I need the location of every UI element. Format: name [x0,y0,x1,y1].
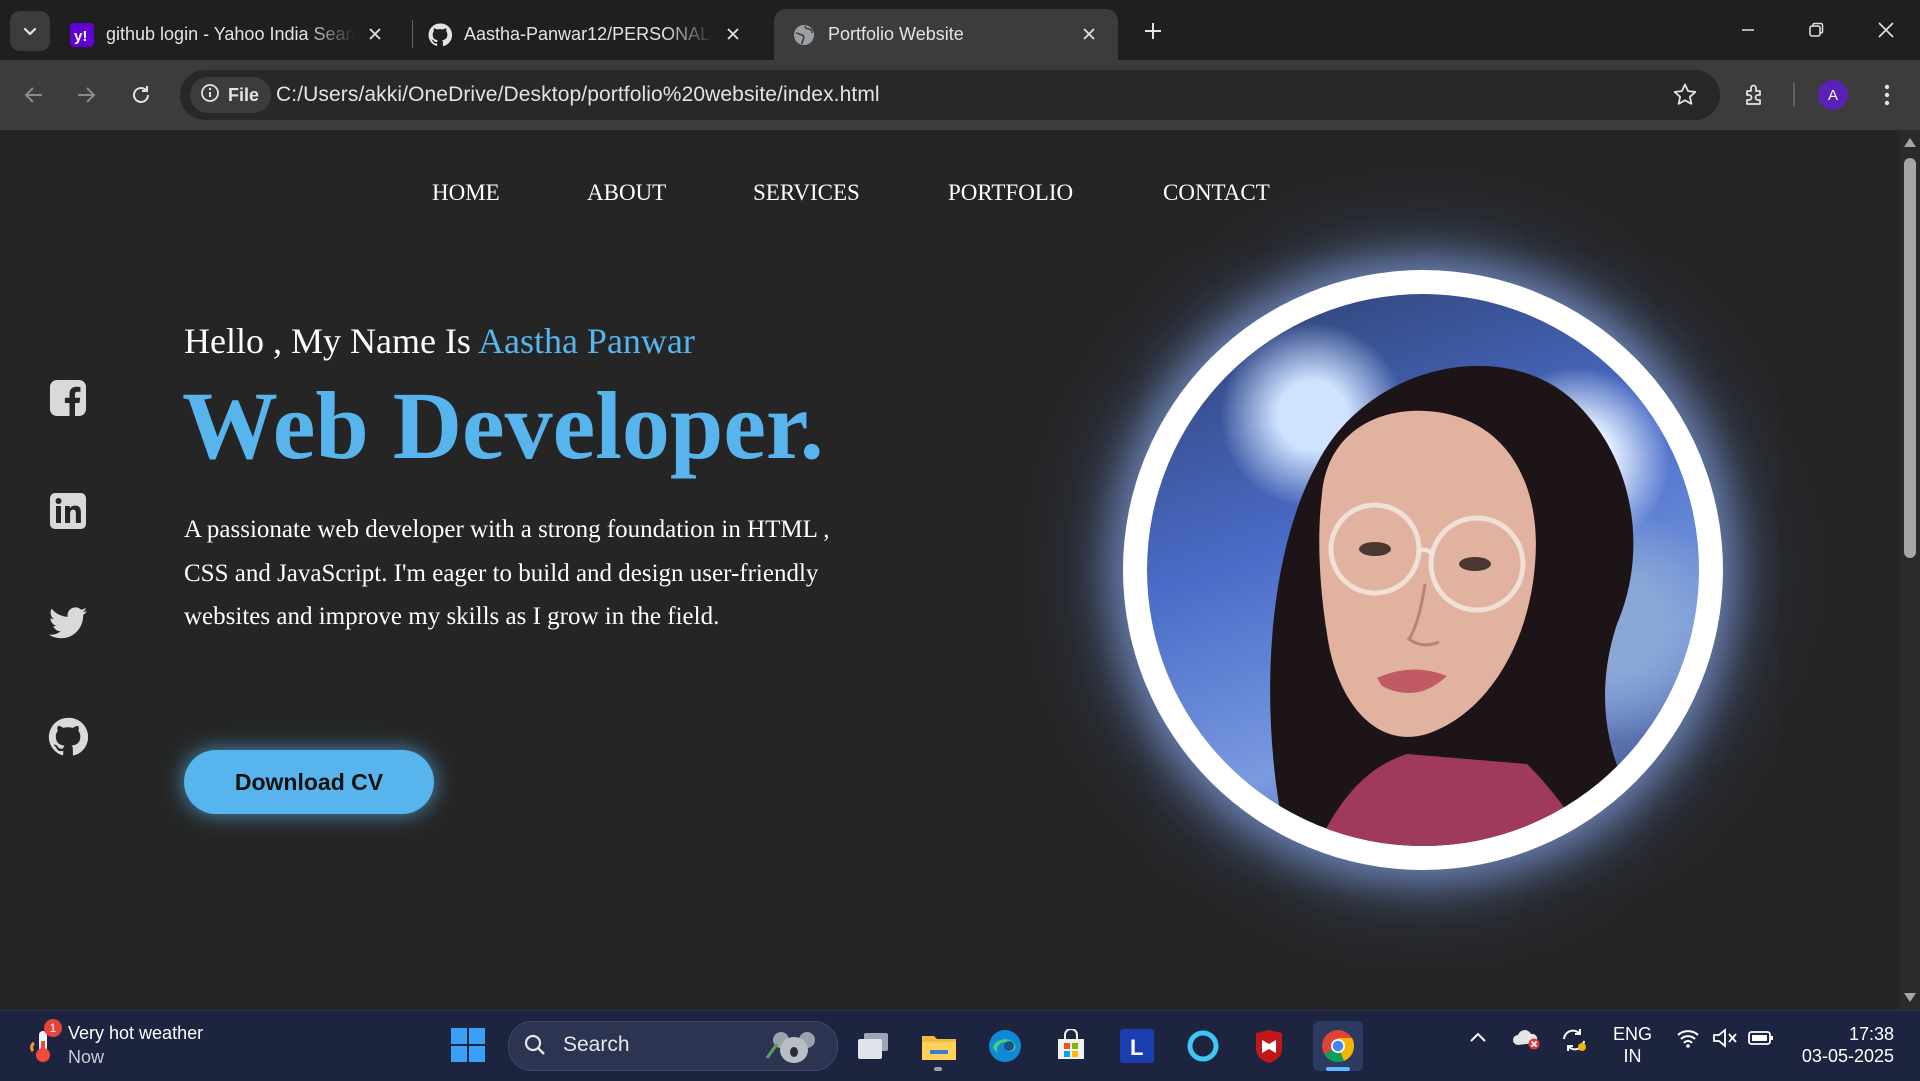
show-hidden-icons-chevron-icon[interactable] [1467,1027,1489,1054]
hero-bio: A passionate web developer with a strong… [184,516,830,630]
file-explorer-icon[interactable] [918,1025,960,1067]
tab-close-icon[interactable] [1078,23,1100,45]
weather-badge: 1 [44,1019,62,1037]
tab-close-icon[interactable] [364,23,386,45]
kebab-menu-icon [1884,84,1890,106]
volume-muted-icon[interactable] [1712,1027,1738,1054]
system-clock[interactable]: 17:38 03-05-2025 [1794,1023,1894,1067]
svg-text:L: L [1130,1035,1143,1060]
nav-home[interactable]: HOME [432,180,500,206]
nav-services[interactable]: SERVICES [753,180,860,206]
github-icon[interactable] [48,717,88,757]
arrow-right-icon [78,87,96,103]
github-icon [428,22,452,47]
yahoo-icon: y! [70,22,94,47]
page-scrollbar[interactable] [1900,130,1920,1010]
windows-start-icon[interactable] [450,1027,486,1068]
tab-portfolio-website[interactable]: Portfolio Website [774,9,1118,60]
clock-date: 03-05-2025 [1801,1046,1894,1066]
back-button[interactable] [14,75,54,115]
koala-icon [763,1030,819,1070]
address-bar[interactable]: File C:/Users/akki/OneDrive/Desktop/port… [180,70,1720,120]
forward-button[interactable] [66,75,106,115]
clock-time: 17:38 [1848,1024,1894,1044]
minimize-icon [1742,29,1754,31]
search-label: Search [563,1033,630,1056]
extensions-button[interactable] [1737,77,1773,113]
taskbar-search-box[interactable]: Search [508,1021,838,1071]
sync-icon[interactable] [1560,1027,1588,1058]
nav-about[interactable]: ABOUT [587,180,666,206]
hero-greeting: Hello , My Name Is Aastha Panwar [184,320,695,362]
toolbar-separator [1793,83,1795,107]
svg-text:y!: y! [74,28,87,45]
browser-tab-bar: y! github login - Yahoo India Search Aas… [0,0,1920,60]
globe-icon [792,23,816,47]
task-view-icon[interactable] [852,1025,894,1067]
tab-yahoo-search[interactable]: y! github login - Yahoo India Search [52,9,404,60]
browser-toolbar: File C:/Users/akki/OneDrive/Desktop/port… [0,60,1920,130]
bookmark-star-icon[interactable] [1672,82,1698,108]
app-running-indicator [934,1067,942,1071]
tab-search-button[interactable] [10,11,50,51]
new-tab-button[interactable] [1138,16,1168,46]
scroll-thumb[interactable] [1904,158,1916,558]
weather-subtitle: Now [68,1047,105,1067]
tab-close-icon[interactable] [722,23,744,45]
tab-title: github login - Yahoo India Search [106,24,356,44]
microsoft-store-icon[interactable] [1050,1025,1092,1067]
nav-portfolio[interactable]: PORTFOLIO [948,180,1073,206]
nav-contact[interactable]: CONTACT [1163,180,1270,206]
profile-avatar[interactable]: A [1818,80,1848,110]
mcafee-icon[interactable] [1248,1025,1290,1067]
input-language[interactable]: ENG IN [1613,1023,1652,1067]
wifi-icon[interactable] [1676,1027,1700,1054]
close-icon [1878,22,1894,38]
chrome-icon[interactable] [1313,1021,1363,1071]
chevron-down-icon [23,27,37,36]
lang-line-1: ENG [1613,1024,1653,1044]
restore-icon [1809,22,1824,37]
app-active-indicator [1326,1067,1350,1071]
scroll-up-arrow-icon[interactable] [1904,138,1916,147]
minimize-button[interactable] [1718,10,1778,50]
download-cv-button[interactable]: Download CV [184,750,434,814]
edge-icon[interactable] [984,1025,1026,1067]
weather-widget[interactable]: 1 Very hot weather Now [28,1019,204,1069]
puzzle-icon [1746,84,1761,105]
facebook-icon[interactable] [48,378,88,418]
reload-icon [133,86,149,103]
restore-button[interactable] [1786,10,1846,50]
profile-photo-frame [1123,270,1723,870]
close-window-button[interactable] [1856,10,1916,50]
profile-photo [1147,294,1699,846]
windows-taskbar: 1 Very hot weather Now Search L ENG IN 1… [0,1010,1920,1081]
tab-github-repo[interactable]: Aastha-Panwar12/PERSONAL-PORTFOLIO [410,9,762,60]
file-chip-label: File [228,84,260,105]
scroll-down-arrow-icon[interactable] [1904,993,1916,1002]
l-app-icon[interactable]: L [1116,1025,1158,1067]
cortana-icon[interactable] [1182,1025,1224,1067]
site-info-chip[interactable]: File [190,77,272,113]
battery-icon[interactable] [1748,1027,1774,1054]
arrow-left-icon [24,87,42,103]
tab-title: Portfolio Website [828,24,964,44]
hero-role: Web Developer. [182,372,824,479]
hero-name: Aastha Panwar [477,321,695,361]
twitter-icon[interactable] [48,604,88,644]
browser-menu-button[interactable] [1872,77,1902,113]
thermometer-icon: 1 [28,1019,62,1065]
lang-line-2: IN [1623,1046,1642,1066]
search-icon [523,1033,547,1063]
linkedin-icon[interactable] [48,491,88,531]
reload-button[interactable] [121,75,161,115]
tab-title: Aastha-Panwar12/PERSONAL-PORTFOLIO [464,24,714,44]
onedrive-error-icon[interactable] [1512,1027,1542,1056]
url-text[interactable]: C:/Users/akki/OneDrive/Desktop/portfolio… [276,83,880,107]
page-viewport: HOME ABOUT SERVICES PORTFOLIO CONTACT He… [0,130,1900,1010]
weather-title: Very hot weather [68,1023,204,1043]
info-icon [200,83,220,108]
plus-icon [1145,23,1161,39]
greeting-prefix: Hello , My Name Is [184,321,471,361]
